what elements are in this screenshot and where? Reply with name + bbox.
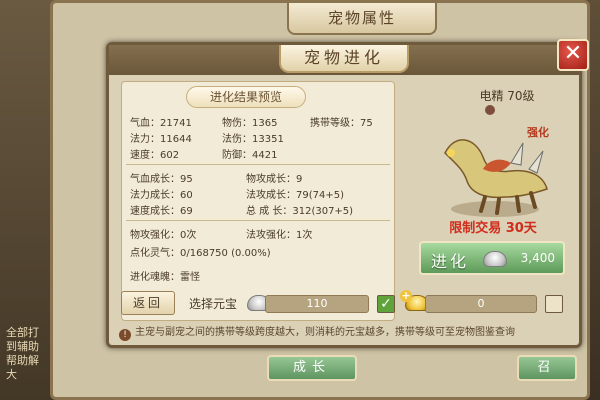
stat-magic-growth: 法攻成长：79(74+5): [246, 190, 344, 201]
summon-button[interactable]: 召: [517, 355, 577, 381]
growth-button[interactable]: 成长: [267, 355, 357, 381]
divider: [126, 220, 390, 221]
close-icon: ✕: [563, 41, 583, 66]
stat-defense: 防御：4421: [222, 150, 278, 161]
stat-spirit: 点化灵气：0/168750 (0.00%): [130, 248, 271, 259]
trade-limit-text: 限制交易 30天: [449, 221, 537, 236]
stat-magic-enhance: 法攻强化：1次: [246, 230, 313, 241]
preview-title: 进化结果预览: [186, 86, 306, 108]
evolve-cost: 3,400: [520, 251, 555, 265]
silver-amount-bar: 110: [265, 295, 369, 313]
info-icon: !: [119, 329, 131, 341]
stat-speed: 速度：602: [130, 150, 180, 161]
stat-hp-growth: 气血成长：95: [130, 174, 193, 185]
select-ingot-label: 选择元宝: [189, 297, 238, 311]
silver-checkbox[interactable]: ✓: [377, 295, 395, 313]
pet-shadow: [451, 201, 539, 217]
stat-speed-growth: 速度成长：69: [130, 206, 193, 217]
evolve-label: 进化: [431, 252, 470, 271]
stat-total-growth: 总 成 长：312(307+5): [246, 206, 354, 217]
stat-evolution-soul: 进化魂魄：雷怪: [130, 272, 200, 283]
pet-mane: [483, 159, 511, 172]
notice-text: ! 主宠与副宠之间的携带等级跨度越大，则消耗的元宝越多，携带等级可至宠物图鉴查询: [119, 323, 575, 341]
gold-checkbox[interactable]: [545, 295, 563, 313]
evolution-preview-panel: 进化结果预览 气血：21741 物伤：1365 携带等级：75 法力：11644…: [121, 81, 395, 321]
close-button[interactable]: ✕: [557, 39, 589, 71]
pet-element-icon: [485, 105, 495, 115]
divider: [126, 164, 390, 165]
pet-spike: [528, 150, 544, 174]
stat-phys-atk: 物伤：1365: [222, 118, 278, 129]
return-button[interactable]: 返回: [121, 291, 175, 315]
pet-eye: [447, 149, 455, 157]
silver-ingot-icon: [483, 251, 507, 267]
stat-mp-growth: 法力成长：60: [130, 190, 193, 201]
notice-message: 主宠与副宠之间的携带等级跨度越大，则消耗的元宝越多，携带等级可至宠物图鉴查询: [135, 327, 515, 338]
pet-name: 电精 70级: [479, 89, 535, 103]
dialog-title: 宠物进化: [279, 45, 409, 73]
stat-phys-enhance: 物攻强化：0次: [130, 230, 197, 241]
pet-horn: [510, 142, 524, 166]
evolve-button[interactable]: 进化 3,400: [419, 241, 565, 275]
stat-carry-level: 携带等级：75: [310, 118, 373, 129]
stat-hp: 气血：21741: [130, 118, 192, 129]
gold-amount-bar: 0: [425, 295, 537, 313]
outer-window-title: 宠物属性: [287, 3, 437, 35]
check-icon: ✓: [380, 296, 392, 312]
pet-tag: 强化: [527, 126, 549, 139]
stat-mp: 法力：11644: [130, 134, 192, 145]
stat-phys-growth: 物攻成长：9: [246, 174, 303, 185]
plus-icon: +: [400, 289, 412, 302]
pet-evolution-dialog: 宠物进化 ✕ 进化结果预览 气血：21741 物伤：1365 携带等级：75 法…: [106, 39, 589, 348]
stat-magic-atk: 法伤：13351: [222, 134, 284, 145]
